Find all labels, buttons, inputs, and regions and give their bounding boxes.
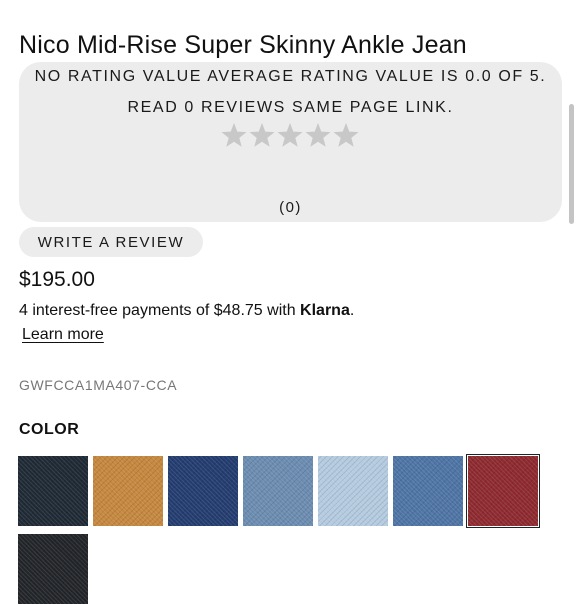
- scrollbar[interactable]: [569, 104, 574, 224]
- star-icon: [221, 123, 247, 147]
- reviews-link-text[interactable]: READ 0 REVIEWS SAME PAGE LINK.: [19, 99, 562, 117]
- color-swatch-dark-wash-black-blue[interactable]: [18, 456, 88, 526]
- star-icon: [249, 123, 275, 147]
- installment-text-end: .: [349, 302, 355, 319]
- rating-summary-panel[interactable]: NO RATING VALUE AVERAGE RATING VALUE IS …: [19, 62, 562, 222]
- product-sku: GWFCCA1MA407-CCA: [19, 377, 178, 393]
- star-icon: [305, 123, 331, 147]
- klarna-brand: Klarna: [300, 302, 350, 319]
- color-swatch-light-blue-wash[interactable]: [318, 456, 388, 526]
- color-swatch-tan[interactable]: [93, 456, 163, 526]
- color-swatch-black[interactable]: [18, 534, 88, 604]
- product-title: Nico Mid-Rise Super Skinny Ankle Jean: [19, 31, 467, 59]
- learn-more-link[interactable]: Learn more: [22, 326, 104, 344]
- color-swatch-mid-blue[interactable]: [393, 456, 463, 526]
- rating-summary-text: NO RATING VALUE AVERAGE RATING VALUE IS …: [34, 68, 547, 85]
- installment-text: 4 interest-free payments of $48.75 with: [19, 302, 301, 319]
- installment-payment-info: 4 interest-free payments of $48.75 with …: [19, 302, 354, 320]
- color-swatch-deep-indigo[interactable]: [168, 456, 238, 526]
- write-review-button[interactable]: WRITE A REVIEW: [19, 227, 203, 257]
- color-swatch-burgundy[interactable]: [466, 454, 540, 528]
- review-count: (0): [279, 199, 302, 216]
- star-rating: [220, 120, 360, 154]
- star-icon: [333, 123, 359, 147]
- star-icon: [277, 123, 303, 147]
- color-swatch-medium-blue-wash[interactable]: [243, 456, 313, 526]
- color-label: COLOR: [19, 421, 80, 438]
- product-price: $195.00: [19, 268, 95, 291]
